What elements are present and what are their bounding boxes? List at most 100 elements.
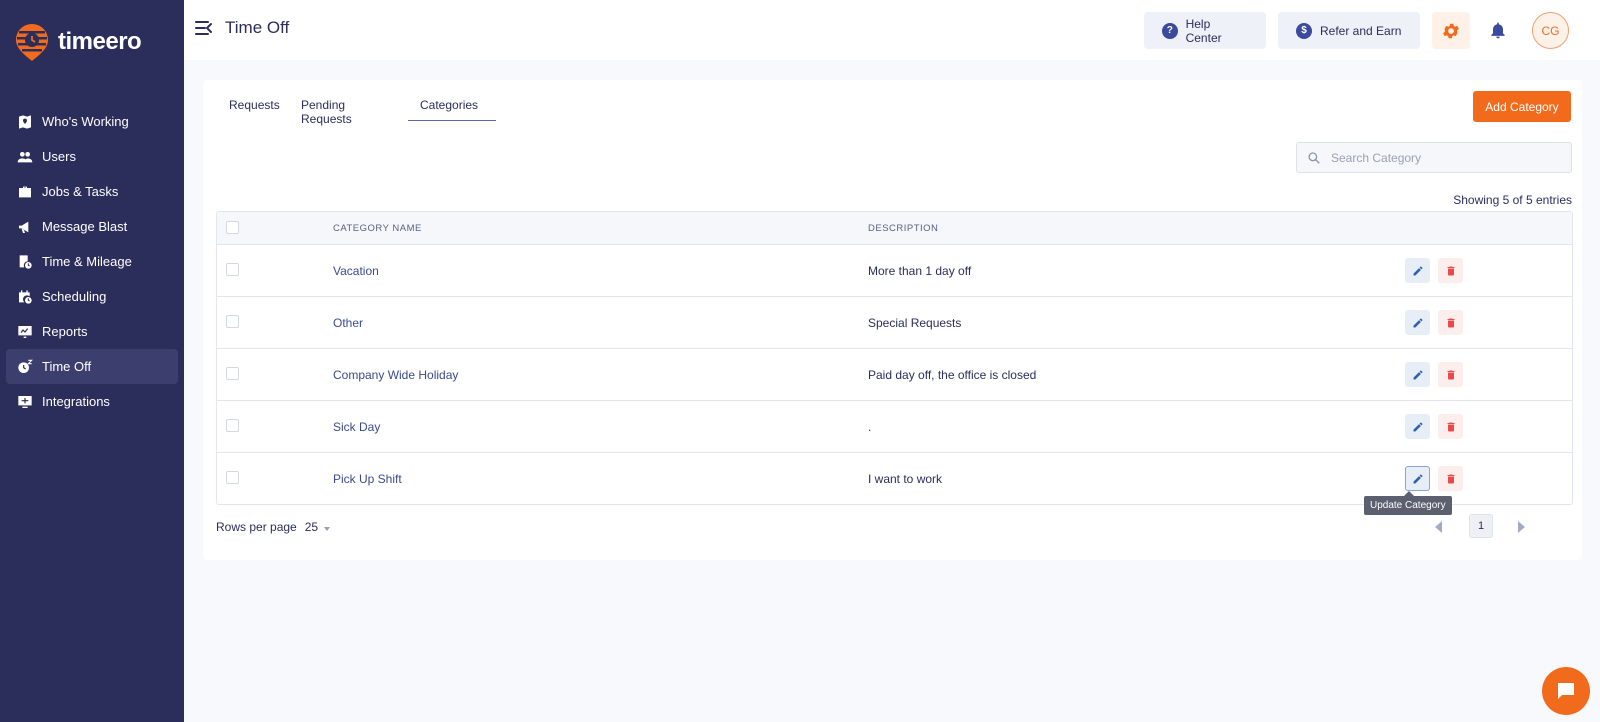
delete-category-button[interactable] <box>1438 258 1463 283</box>
sidebar-item-message-blast[interactable]: Message Blast <box>6 209 178 244</box>
row-checkbox[interactable] <box>226 367 239 380</box>
rows-per-page-select[interactable]: 25 <box>304 520 331 534</box>
trash-icon <box>1447 422 1454 431</box>
sidebar-item-time-off[interactable]: Time Off <box>6 349 178 384</box>
sidebar-item-jobs-tasks[interactable]: Jobs & Tasks <box>6 174 178 209</box>
row-checkbox[interactable] <box>226 471 239 484</box>
tab-categories[interactable]: Categories <box>408 98 497 121</box>
time-off-icon <box>16 358 34 376</box>
column-header-category-name: CATEGORY NAME <box>333 222 422 234</box>
pencil-icon <box>1413 266 1422 275</box>
question-icon: ? <box>1162 22 1178 39</box>
table-header: CATEGORY NAME DESCRIPTION <box>217 212 1572 244</box>
page-title: Time Off <box>225 18 290 37</box>
sidebar-item-reports[interactable]: Reports <box>6 314 178 349</box>
edit-category-button[interactable] <box>1405 310 1430 335</box>
update-category-tooltip: Update Category <box>1364 491 1452 515</box>
sidebar: timeero Who's Working Users Jobs & Tasks Me… <box>0 0 184 722</box>
search-box <box>1296 142 1572 173</box>
trash-icon <box>1447 318 1454 327</box>
report-icon <box>16 323 34 341</box>
refer-and-earn-button[interactable]: $ Refer and Earn <box>1278 12 1420 49</box>
sidebar-item-label: Users <box>42 149 76 164</box>
brand-name: timeero <box>58 28 142 55</box>
sidebar-item-time-mileage[interactable]: Time & Mileage <box>6 244 178 279</box>
edit-category-button[interactable] <box>1405 414 1430 439</box>
help-center-button[interactable]: ? Help Center <box>1144 12 1266 49</box>
dollar-icon: $ <box>1296 22 1312 39</box>
sidebar-item-label: Who's Working <box>42 114 129 129</box>
pencil-icon <box>1413 474 1422 483</box>
delete-category-button[interactable] <box>1438 414 1463 439</box>
chat-icon <box>1558 683 1574 699</box>
user-avatar[interactable]: CG <box>1532 12 1569 49</box>
description-cell: Special Requests <box>868 316 962 330</box>
edit-category-button[interactable] <box>1405 258 1430 283</box>
row-checkbox[interactable] <box>226 419 239 432</box>
table-row: Vacation More than 1 day off <box>217 244 1572 296</box>
description-cell: Paid day off, the office is closed <box>868 368 1037 382</box>
edit-category-button[interactable] <box>1405 466 1430 491</box>
sidebar-item-label: Jobs & Tasks <box>42 184 119 199</box>
logo[interactable]: timeero <box>14 22 142 62</box>
sidebar-item-label: Reports <box>42 324 88 339</box>
help-center-label: Help Center <box>1185 16 1222 45</box>
sidebar-item-label: Message Blast <box>42 219 128 234</box>
delete-category-button[interactable] <box>1438 310 1463 335</box>
entries-count: Showing 5 of 5 entries <box>1453 193 1572 207</box>
rows-per-page-value: 25 <box>304 520 319 534</box>
category-name-cell: Company Wide Holiday <box>333 368 459 382</box>
pencil-icon <box>1413 422 1422 431</box>
delete-category-button[interactable] <box>1438 362 1463 387</box>
table-row: Other Special Requests <box>217 296 1572 348</box>
categories-table: CATEGORY NAME DESCRIPTION Vacation More t… <box>216 211 1573 505</box>
chat-launcher-button[interactable] <box>1542 667 1590 715</box>
refer-and-earn-label: Refer and Earn <box>1320 23 1402 38</box>
next-page-icon[interactable] <box>1518 521 1525 533</box>
add-category-button[interactable]: Add Category <box>1473 91 1571 122</box>
page-number-button[interactable]: 1 <box>1469 514 1493 538</box>
table-body: Vacation More than 1 day off Other Special … <box>217 244 1572 504</box>
trash-icon <box>1447 474 1454 483</box>
timeero-logo-icon <box>14 22 50 62</box>
delete-category-button[interactable] <box>1438 466 1463 491</box>
top-header: Time Off ? Help Center $ Refer and Earn … <box>184 0 1600 60</box>
settings-button[interactable] <box>1432 12 1470 49</box>
megaphone-icon <box>16 218 34 236</box>
sidebar-item-label: Scheduling <box>42 289 107 304</box>
trash-icon <box>1447 266 1454 275</box>
search-category-input[interactable] <box>1331 150 1561 165</box>
caret-down-icon <box>324 527 331 531</box>
sidebar-item-scheduling[interactable]: Scheduling <box>6 279 178 314</box>
sidebar-item-integrations[interactable]: Integrations <box>6 384 178 419</box>
description-cell: . <box>868 420 872 434</box>
trash-icon <box>1447 370 1454 379</box>
edit-category-button[interactable] <box>1405 362 1430 387</box>
description-cell: More than 1 day off <box>868 264 972 278</box>
row-checkbox[interactable] <box>226 315 239 328</box>
row-checkbox[interactable] <box>226 263 239 276</box>
sidebar-item-label: Time & Mileage <box>42 254 132 269</box>
category-name-cell: Vacation <box>333 264 379 278</box>
search-icon <box>1308 151 1320 164</box>
tab-pending-requests[interactable]: Pending Requests <box>301 98 352 134</box>
calendar-clock-icon <box>16 288 34 306</box>
sidebar-item-users[interactable]: Users <box>6 139 178 174</box>
category-name-cell: Sick Day <box>333 420 381 434</box>
table-row: Company Wide Holiday Paid day off, the of… <box>217 348 1572 400</box>
tab-requests[interactable]: Requests <box>229 98 280 120</box>
sidebar-item-who-s-working[interactable]: Who's Working <box>6 104 178 139</box>
pencil-icon <box>1413 370 1422 379</box>
table-row: Sick Day. <box>217 400 1572 452</box>
notification-bell-icon[interactable] <box>1488 20 1508 40</box>
users-icon <box>16 148 34 166</box>
timesheet-icon <box>16 253 34 271</box>
select-all-checkbox[interactable] <box>226 221 239 234</box>
menu-collapse-icon[interactable] <box>194 18 214 38</box>
pencil-icon <box>1413 318 1422 327</box>
category-name-cell: Pick Up Shift <box>333 472 402 486</box>
briefcase-icon <box>16 183 34 201</box>
sidebar-nav: Who's Working Users Jobs & Tasks Message Bl… <box>6 104 178 419</box>
previous-page-icon[interactable] <box>1435 521 1442 533</box>
description-cell: I want to work <box>868 472 943 486</box>
